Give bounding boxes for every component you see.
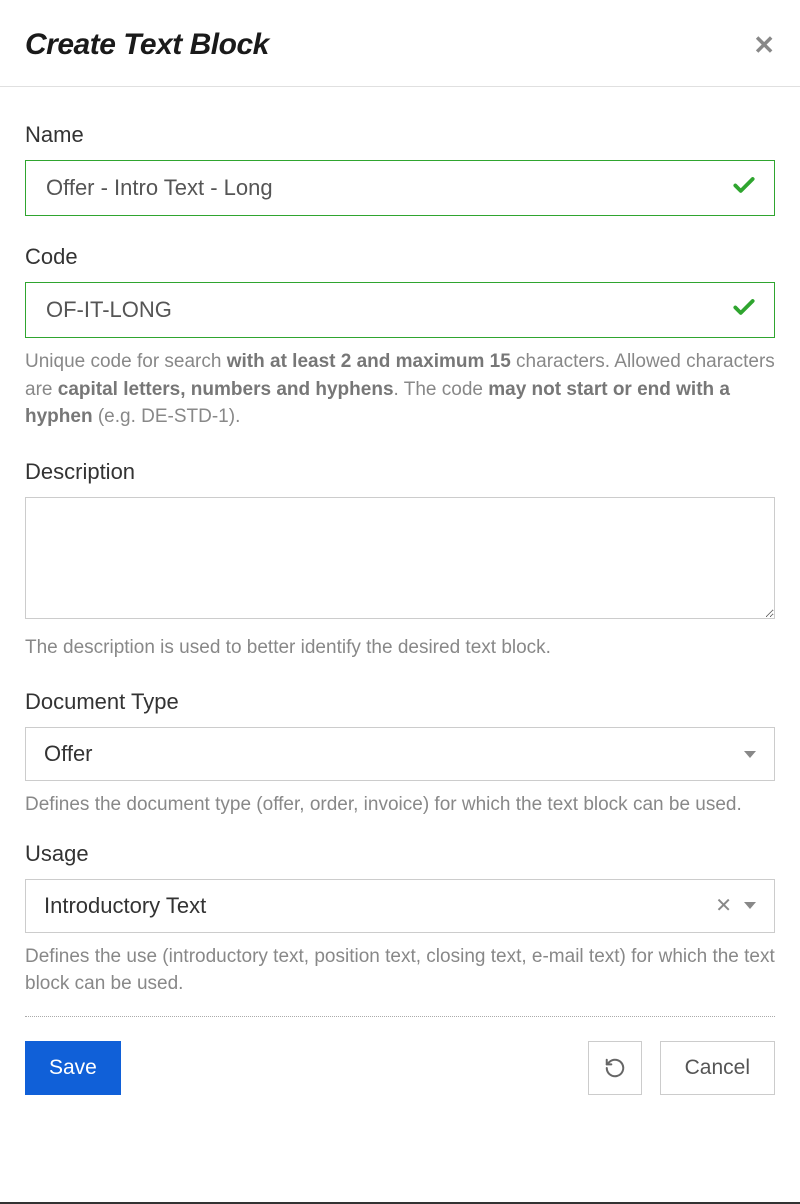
usage-group: Usage Introductory Text ✕ Defines the us… [25, 841, 775, 998]
reset-button[interactable] [588, 1041, 642, 1095]
chevron-down-icon [744, 751, 756, 758]
divider [25, 1016, 775, 1017]
save-button[interactable]: Save [25, 1041, 121, 1095]
code-group: Code Unique code for search with at leas… [25, 244, 775, 431]
modal-footer: Save Cancel [0, 1041, 800, 1125]
modal-title: Create Text Block [25, 28, 269, 62]
code-input-wrapper [25, 282, 775, 338]
code-helper: Unique code for search with at least 2 a… [25, 348, 775, 431]
description-group: Description The description is used to b… [25, 459, 775, 662]
helper-text-part: Unique code for search [25, 351, 227, 372]
code-label: Code [25, 244, 775, 270]
helper-text-bold: capital letters, numbers and hyphens [58, 379, 394, 400]
name-input[interactable] [25, 160, 775, 216]
document-type-label: Document Type [25, 689, 775, 715]
name-label: Name [25, 122, 775, 148]
form-container: Name Code Unique code for search with at… [0, 87, 800, 1017]
document-type-group: Document Type Offer Defines the document… [25, 689, 775, 819]
chevron-down-icon [744, 902, 756, 909]
helper-text-part: (e.g. DE-STD-1). [93, 406, 241, 427]
name-input-wrapper [25, 160, 775, 216]
description-textarea[interactable] [25, 497, 775, 619]
document-type-helper: Defines the document type (offer, order,… [25, 791, 775, 819]
cancel-button[interactable]: Cancel [660, 1041, 775, 1095]
usage-select[interactable]: Introductory Text ✕ [25, 879, 775, 933]
name-group: Name [25, 122, 775, 216]
clear-icon[interactable]: ✕ [715, 893, 732, 918]
description-helper: The description is used to better identi… [25, 634, 775, 662]
select-icons [744, 751, 756, 758]
footer-right: Cancel [588, 1041, 775, 1095]
usage-label: Usage [25, 841, 775, 867]
code-input[interactable] [25, 282, 775, 338]
helper-text-part: . The code [394, 379, 489, 400]
usage-value: Introductory Text [44, 893, 715, 919]
modal-header: Create Text Block ✕ [0, 0, 800, 87]
close-icon[interactable]: ✕ [753, 32, 775, 58]
usage-helper: Defines the use (introductory text, posi… [25, 943, 775, 998]
document-type-value: Offer [44, 741, 744, 767]
select-icons: ✕ [715, 893, 756, 918]
document-type-select[interactable]: Offer [25, 727, 775, 781]
undo-icon [604, 1057, 626, 1079]
description-label: Description [25, 459, 775, 485]
helper-text-bold: with at least 2 and maximum 15 [227, 351, 511, 372]
